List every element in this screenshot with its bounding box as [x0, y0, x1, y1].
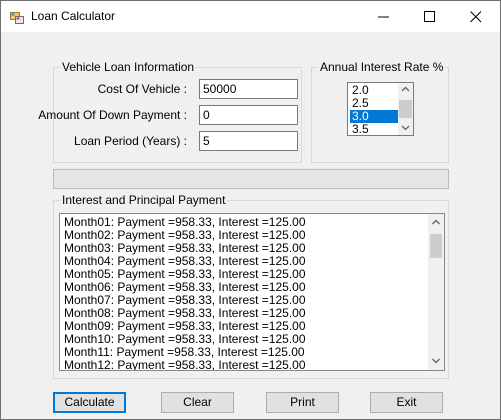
- title-bar[interactable]: Loan Calculator: [1, 1, 500, 32]
- rate-option[interactable]: 3.5: [350, 123, 399, 136]
- minimize-icon: [378, 16, 389, 18]
- vehicle-loan-group-title: Vehicle Loan Information: [60, 60, 197, 74]
- calculate-button[interactable]: Calculate: [53, 392, 126, 413]
- close-icon: [470, 11, 482, 23]
- scroll-down-icon[interactable]: [428, 355, 444, 367]
- loan-calculator-app-icon: [10, 10, 24, 24]
- interest-rate-listbox[interactable]: 2.0 2.5 3.0 3.5: [347, 82, 414, 136]
- clear-button[interactable]: Clear: [161, 392, 234, 413]
- scroll-thumb[interactable]: [399, 100, 412, 118]
- scroll-up-icon[interactable]: [398, 84, 413, 96]
- interest-rate-group-title: Annual Interest Rate %: [318, 60, 446, 74]
- down-payment-input[interactable]: [199, 105, 298, 125]
- cost-of-vehicle-label: Cost Of Vehicle :: [97, 82, 187, 96]
- scroll-down-icon[interactable]: [398, 122, 413, 134]
- payments-listbox[interactable]: Month01: Payment =958.33, Interest =125.…: [59, 213, 445, 371]
- progress-bar: [53, 169, 449, 189]
- scroll-up-icon[interactable]: [428, 217, 444, 229]
- window-title: Loan Calculator: [31, 9, 116, 23]
- minimize-button[interactable]: [361, 1, 407, 32]
- loan-period-input[interactable]: [199, 131, 298, 151]
- payments-group-title: Interest and Principal Payment: [60, 193, 228, 207]
- payment-row[interactable]: Month12: Payment =958.33, Interest =125.…: [64, 359, 306, 371]
- maximize-button[interactable]: [407, 1, 453, 32]
- loan-period-label: Loan Period (Years) :: [74, 134, 187, 148]
- scroll-thumb[interactable]: [430, 234, 442, 258]
- close-button[interactable]: [453, 1, 499, 32]
- payments-scrollbar[interactable]: [428, 214, 444, 370]
- rate-list-scrollbar[interactable]: [398, 83, 413, 135]
- loan-calculator-window: Loan Calculator Vehicle Loan Information…: [0, 0, 501, 420]
- cost-of-vehicle-input[interactable]: [199, 79, 298, 99]
- exit-button[interactable]: Exit: [370, 392, 443, 413]
- print-button[interactable]: Print: [266, 392, 339, 413]
- maximize-icon: [424, 11, 435, 22]
- down-payment-label: Amount Of Down Payment :: [38, 108, 187, 122]
